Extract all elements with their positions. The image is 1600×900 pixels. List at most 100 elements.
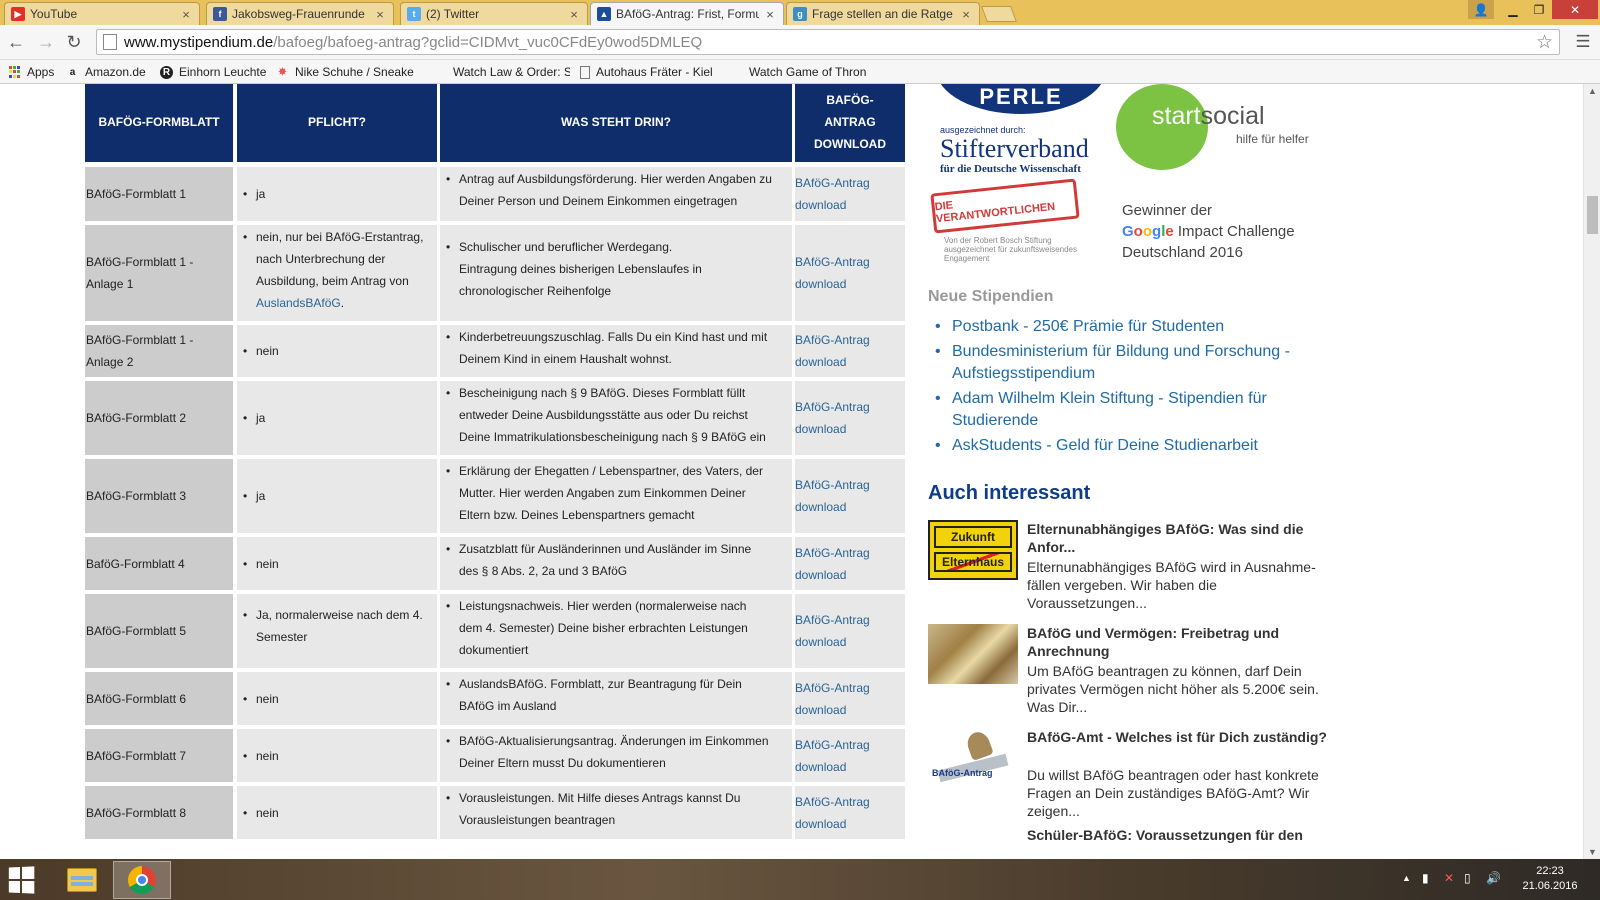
scrollbar-thumb[interactable] xyxy=(1587,196,1598,234)
menu-icon[interactable]: ☰ xyxy=(1572,31,1594,53)
close-window-button[interactable]: ✕ xyxy=(1552,0,1598,19)
tab-twitter[interactable]: t (2) Twitter × xyxy=(400,2,588,25)
bookmark-amazon[interactable]: a Amazon.de xyxy=(66,63,158,81)
teaser-item[interactable]: Schüler-BAföG: Voraussetzungen für den xyxy=(928,826,1328,856)
table-cell-pflicht: nein, nur bei BAföG-Erstantrag, nach Unte… xyxy=(237,225,437,321)
stipendium-link-askstudents[interactable]: AskStudents - Geld für Deine Studienarbe… xyxy=(932,435,1322,457)
download-link-formblatt-1-anlage-2[interactable]: BAföG-Antrag download xyxy=(795,329,870,373)
reload-icon[interactable]: ↻ xyxy=(62,31,86,53)
download-link-formblatt-7[interactable]: BAföG-Antrag download xyxy=(795,734,870,778)
stipendium-link-bmbf[interactable]: Bundesministerium für Bildung und Forsch… xyxy=(932,341,1322,385)
inhalt-line: Mutter. Hier werden Angaben zum Einkomme… xyxy=(459,486,746,500)
auslandsbafoeg-link[interactable]: AuslandsBAföG xyxy=(256,296,341,310)
table-cell-formblatt: BAföG-Formblatt 5 xyxy=(85,594,233,668)
new-tab-button[interactable] xyxy=(981,6,1017,22)
table-cell-download: BAföG-Antrag download xyxy=(795,325,905,377)
bookmark-autohaus[interactable]: Autohaus Fräter - Kiel xyxy=(580,63,718,81)
table-cell-inhalt: Vorausleistungen. Mit Hilfe dieses Antra… xyxy=(440,786,792,839)
teaser-item[interactable]: BAföG und Vermögen: Freibetrag und Anrec… xyxy=(928,624,1328,718)
download-link-formblatt-1-anlage-1[interactable]: BAföG-Antrag download xyxy=(795,251,870,295)
teaser-item[interactable]: BAföG-Antrag BAföG-Amt - Welches ist für… xyxy=(928,728,1328,822)
tab-gutefrage[interactable]: g Frage stellen an die Ratge × xyxy=(786,2,980,25)
windows-taskbar: ▲ ▮ ✕ ▯ 🔊 22:23 21.06.2016 xyxy=(0,859,1600,900)
tray-expand-icon[interactable]: ▲ xyxy=(1402,873,1411,883)
google-caption-line: Impact Challenge xyxy=(1173,223,1295,240)
download-link-formblatt-8[interactable]: BAföG-Antrag download xyxy=(795,791,870,835)
bookmark-law-order[interactable]: Watch Law & Order: S xyxy=(434,63,570,81)
page-scrollbar[interactable]: ▲ ▼ xyxy=(1583,84,1600,859)
neue-stipendien-heading: Neue Stipendien xyxy=(928,288,1054,305)
teaser-title[interactable]: Schüler-BAföG: Voraussetzungen für den xyxy=(1027,826,1327,844)
bookmark-game-of-thrones[interactable]: Watch Game of Thron xyxy=(730,63,870,81)
stipendium-link-postbank[interactable]: Postbank - 250€ Prämie für Studenten xyxy=(932,316,1322,338)
pflicht-value: ja xyxy=(237,485,265,507)
inhalt-line: Eltern bzw. Deines Lebenspartners gemach… xyxy=(459,508,695,522)
windows-start-icon[interactable] xyxy=(8,866,35,894)
close-icon[interactable]: × xyxy=(567,7,581,22)
teaser-text: Du willst BAföG beantragen oder hast kon… xyxy=(1027,767,1319,819)
download-link-formblatt-3[interactable]: BAföG-Antrag download xyxy=(795,474,870,518)
file-explorer-icon[interactable] xyxy=(60,862,104,898)
battery-icon[interactable]: ▯ xyxy=(1464,871,1471,885)
network-error-icon[interactable]: ✕ xyxy=(1444,871,1454,885)
download-link-formblatt-2[interactable]: BAföG-Antrag download xyxy=(795,396,870,440)
scroll-down-icon[interactable]: ▼ xyxy=(1588,847,1597,857)
table-cell-inhalt: Antrag auf Ausbildungsförderung. Hier we… xyxy=(440,167,792,221)
address-bar[interactable]: www.mystipendium.de/bafoeg/bafoeg-antrag… xyxy=(96,29,1560,55)
taskbar-clock[interactable]: 22:23 21.06.2016 xyxy=(1512,864,1588,894)
elternhaus-sign-bottom: Elternhaus xyxy=(934,552,1012,572)
table-header-inhalt: WAS STEHT DRIN? xyxy=(440,84,792,162)
teaser-title[interactable]: BAföG und Vermögen: Freibetrag und Anrec… xyxy=(1027,624,1327,660)
maximize-button[interactable]: ❐ xyxy=(1526,0,1552,19)
tab-bafoeg-active[interactable]: ▲ BAföG-Antrag: Frist, Formu × xyxy=(590,2,784,25)
forward-arrow-icon[interactable]: → xyxy=(34,31,58,53)
teaser-item[interactable]: Zukunft Elternhaus Elternunabhängiges BA… xyxy=(928,520,1328,614)
bookmark-apps[interactable]: Apps xyxy=(8,63,68,81)
chrome-icon[interactable] xyxy=(113,861,171,899)
bookmark-einhorn[interactable]: R Einhorn Leuchte xyxy=(160,63,270,81)
gutefrage-icon: g xyxy=(793,7,807,21)
minimize-button[interactable]: ▁ xyxy=(1500,0,1526,19)
pflicht-value: ja xyxy=(237,407,265,429)
table-cell-download: BAföG-Antrag download xyxy=(795,381,905,455)
table-cell-inhalt: Schulischer und beruflicher Werdegang. Ei… xyxy=(440,225,792,321)
pflicht-line: nach Unterbrechung der xyxy=(256,252,386,266)
pflicht-line: Semester xyxy=(256,630,308,644)
close-icon[interactable]: × xyxy=(763,7,777,22)
amazon-icon: a xyxy=(69,66,76,78)
table-cell-pflicht: nein xyxy=(237,537,437,590)
neue-stipendien-list: Postbank - 250€ Prämie für Studenten Bun… xyxy=(932,316,1322,460)
close-icon[interactable]: × xyxy=(373,7,387,22)
bookmark-label: Autohaus Fräter - Kiel xyxy=(596,65,713,79)
stipendium-link-adam-wilhelm-klein[interactable]: Adam Wilhelm Klein Stiftung - Stipendien… xyxy=(932,388,1322,432)
teaser-title[interactable]: BAföG-Amt - Welches ist für Dich zuständ… xyxy=(1027,728,1327,746)
close-icon[interactable]: × xyxy=(179,7,193,22)
back-arrow-icon[interactable]: ← xyxy=(4,31,28,53)
table-cell-pflicht: ja xyxy=(237,459,437,533)
download-link-formblatt-5[interactable]: BAföG-Antrag download xyxy=(795,609,870,653)
download-label: download xyxy=(795,635,847,649)
download-link-formblatt-1[interactable]: BAföG-Antrag download xyxy=(795,172,870,216)
bookmark-star-icon[interactable]: ☆ xyxy=(1536,31,1553,54)
download-link-formblatt-6[interactable]: BAföG-Antrag download xyxy=(795,677,870,721)
download-label: BAföG-Antrag xyxy=(795,794,870,809)
table-cell-formblatt: BAföG-Formblatt 1 xyxy=(85,167,233,221)
download-label: BAföG-Antrag xyxy=(795,255,870,269)
inhalt-line: Vorausleistungen beantragen xyxy=(459,813,616,827)
tab-youtube[interactable]: ▶ YouTube × xyxy=(4,2,200,25)
bookmark-nike[interactable]: ✸ Nike Schuhe / Sneake xyxy=(276,63,420,81)
table-cell-download: BAföG-Antrag download xyxy=(795,729,905,782)
download-label: BAföG-Antrag xyxy=(795,613,870,627)
close-icon[interactable]: × xyxy=(959,7,973,22)
download-link-formblatt-4[interactable]: BAföG-Antrag download xyxy=(795,542,870,586)
table-cell-pflicht: nein xyxy=(237,672,437,725)
table-cell-inhalt: Bescheinigung nach § 9 BAföG. Dieses For… xyxy=(440,381,792,455)
scroll-up-icon[interactable]: ▲ xyxy=(1588,86,1597,96)
youtube-icon: ▶ xyxy=(11,7,25,21)
action-center-icon[interactable]: ▮ xyxy=(1422,871,1429,885)
teaser-text: Elternunabhängiges BAföG wird in Ausnahm… xyxy=(1027,559,1316,611)
tab-facebook[interactable]: f Jakobsweg-Frauenrunde × xyxy=(206,2,394,25)
user-profile-icon[interactable]: 👤 xyxy=(1468,0,1494,19)
teaser-title[interactable]: Elternunabhängiges BAföG: Was sind die A… xyxy=(1027,520,1327,556)
volume-icon[interactable]: 🔊 xyxy=(1486,871,1501,885)
